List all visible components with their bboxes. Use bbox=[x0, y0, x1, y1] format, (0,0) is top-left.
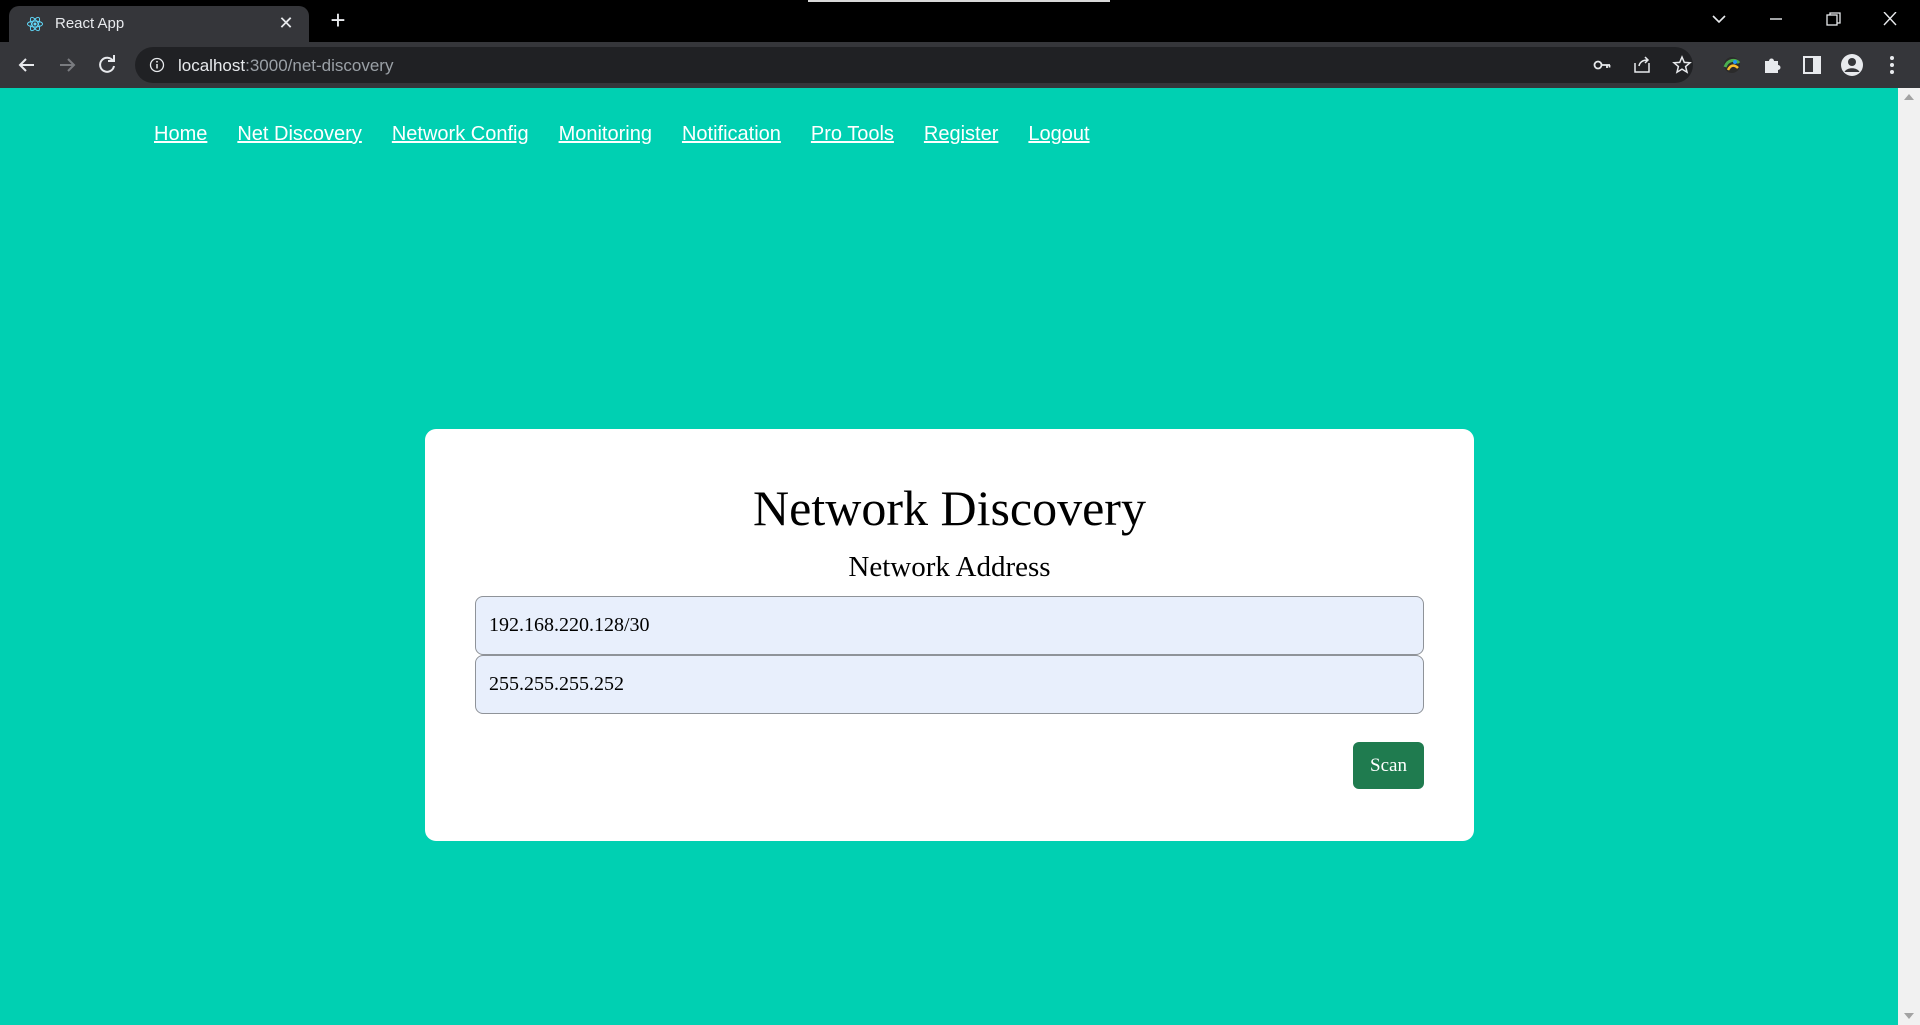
profile-avatar-icon[interactable] bbox=[1840, 53, 1864, 77]
nav-link-register[interactable]: Register bbox=[924, 123, 998, 146]
nav-link-net-discovery[interactable]: Net Discovery bbox=[237, 123, 361, 146]
site-info-icon[interactable] bbox=[149, 57, 165, 73]
back-icon[interactable] bbox=[14, 52, 40, 78]
new-tab-icon[interactable]: + bbox=[326, 7, 350, 33]
scan-button[interactable]: Scan bbox=[1353, 742, 1424, 789]
url-path: :3000/net-discovery bbox=[245, 56, 394, 75]
nav-link-monitoring[interactable]: Monitoring bbox=[559, 123, 652, 146]
tab-strip-accent bbox=[808, 0, 1110, 2]
extension-color-icon[interactable] bbox=[1720, 53, 1744, 77]
url-host: localhost bbox=[178, 56, 246, 75]
main-nav: Home Net Discovery Network Config Monito… bbox=[154, 123, 1120, 146]
nav-link-home[interactable]: Home bbox=[154, 123, 207, 146]
close-window-icon[interactable] bbox=[1870, 4, 1910, 34]
nav-link-logout[interactable]: Logout bbox=[1028, 123, 1089, 146]
reload-icon[interactable] bbox=[94, 52, 120, 78]
network-address-input[interactable] bbox=[475, 596, 1424, 655]
tab-search-icon[interactable] bbox=[1699, 4, 1739, 34]
browser-toolbar: localhost:3000/net-discovery bbox=[0, 42, 1920, 88]
vertical-scrollbar[interactable] bbox=[1898, 88, 1920, 1025]
scroll-down-arrow-icon[interactable] bbox=[1904, 1013, 1914, 1019]
nav-link-pro-tools[interactable]: Pro Tools bbox=[811, 123, 894, 146]
restore-icon[interactable] bbox=[1813, 4, 1853, 34]
side-panel-icon[interactable] bbox=[1800, 53, 1824, 77]
network-discovery-card: Network Discovery Network Address Scan bbox=[425, 429, 1474, 841]
browser-tab[interactable]: React App ✕ bbox=[9, 6, 309, 42]
address-bar[interactable]: localhost:3000/net-discovery bbox=[135, 47, 1693, 83]
network-address-label: Network Address bbox=[848, 551, 1051, 583]
nav-link-notification[interactable]: Notification bbox=[682, 123, 781, 146]
subnet-mask-input[interactable] bbox=[475, 655, 1424, 714]
page-title: Network Discovery bbox=[753, 480, 1146, 536]
forward-icon[interactable] bbox=[54, 52, 80, 78]
tab-title: React App bbox=[55, 15, 125, 32]
extensions-puzzle-icon[interactable] bbox=[1760, 53, 1784, 77]
bookmark-star-icon[interactable] bbox=[1672, 55, 1692, 75]
minimize-icon[interactable] bbox=[1756, 4, 1796, 34]
browser-tab-bar: React App ✕ + bbox=[0, 0, 1920, 42]
browser-menu-icon[interactable] bbox=[1880, 53, 1904, 77]
nav-link-network-config[interactable]: Network Config bbox=[392, 123, 529, 146]
key-icon[interactable] bbox=[1592, 55, 1612, 75]
page-viewport: Home Net Discovery Network Config Monito… bbox=[0, 88, 1920, 1025]
react-logo-icon bbox=[27, 16, 43, 32]
tab-close-icon[interactable]: ✕ bbox=[277, 14, 295, 32]
url-text: localhost:3000/net-discovery bbox=[178, 56, 393, 76]
share-icon[interactable] bbox=[1632, 55, 1652, 75]
scroll-up-arrow-icon[interactable] bbox=[1904, 94, 1914, 100]
